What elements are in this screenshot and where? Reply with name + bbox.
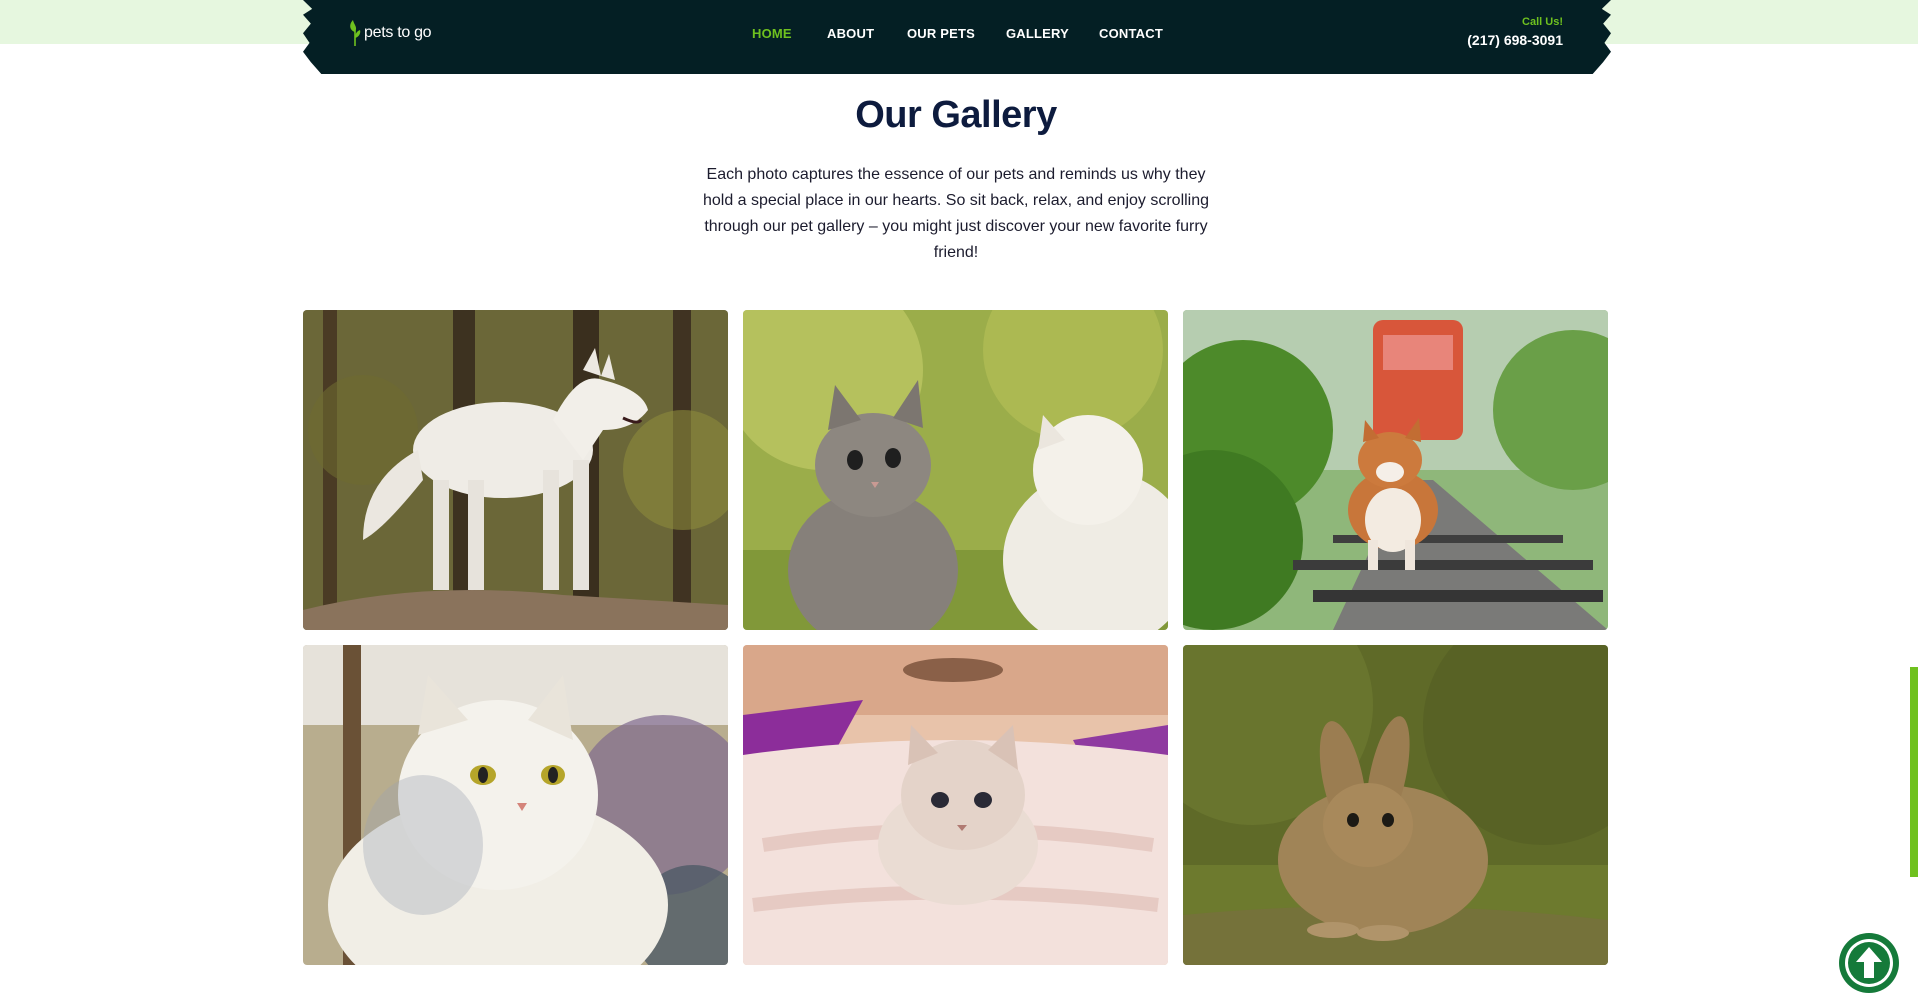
nav-our-pets[interactable]: OUR PETS xyxy=(907,26,975,41)
gallery-intro-text: Each photo captures the essence of our p… xyxy=(702,166,1210,261)
nav-gallery[interactable]: GALLERY xyxy=(1006,26,1069,41)
nav-home[interactable]: HOME xyxy=(752,26,792,41)
gallery-photo-fluffy-kitten[interactable] xyxy=(743,645,1168,965)
gallery-photo-kittens[interactable] xyxy=(743,310,1168,630)
gallery-photo-persian-cat[interactable] xyxy=(303,645,728,965)
call-us-label: Call Us! xyxy=(1522,16,1563,28)
gallery-photo-corgi[interactable] xyxy=(1183,310,1608,630)
nav-about[interactable]: ABOUT xyxy=(827,26,874,41)
brand-name: pets to go xyxy=(364,24,432,41)
leaf-icon xyxy=(348,20,362,46)
phone-number-link[interactable]: (217) 698-3091 xyxy=(1467,32,1563,48)
back-to-top-button[interactable] xyxy=(1839,933,1899,993)
photo-gallery-grid xyxy=(303,310,1609,965)
nav-contact[interactable]: CONTACT xyxy=(1099,26,1163,41)
brand-logo[interactable]: pets to go xyxy=(348,20,432,46)
call-us-block: Call Us! (217) 698-3091 xyxy=(1467,16,1563,48)
gallery-photo-rabbit[interactable] xyxy=(1183,645,1608,965)
page-title: Our Gallery xyxy=(855,94,1057,136)
arrow-up-icon xyxy=(1840,934,1898,992)
navbar: pets to go HOME ABOUT OUR PETS GALLERY C… xyxy=(303,0,1611,74)
right-edge-accent-bar xyxy=(1910,667,1918,877)
gallery-photo-white-dog[interactable] xyxy=(303,310,728,630)
